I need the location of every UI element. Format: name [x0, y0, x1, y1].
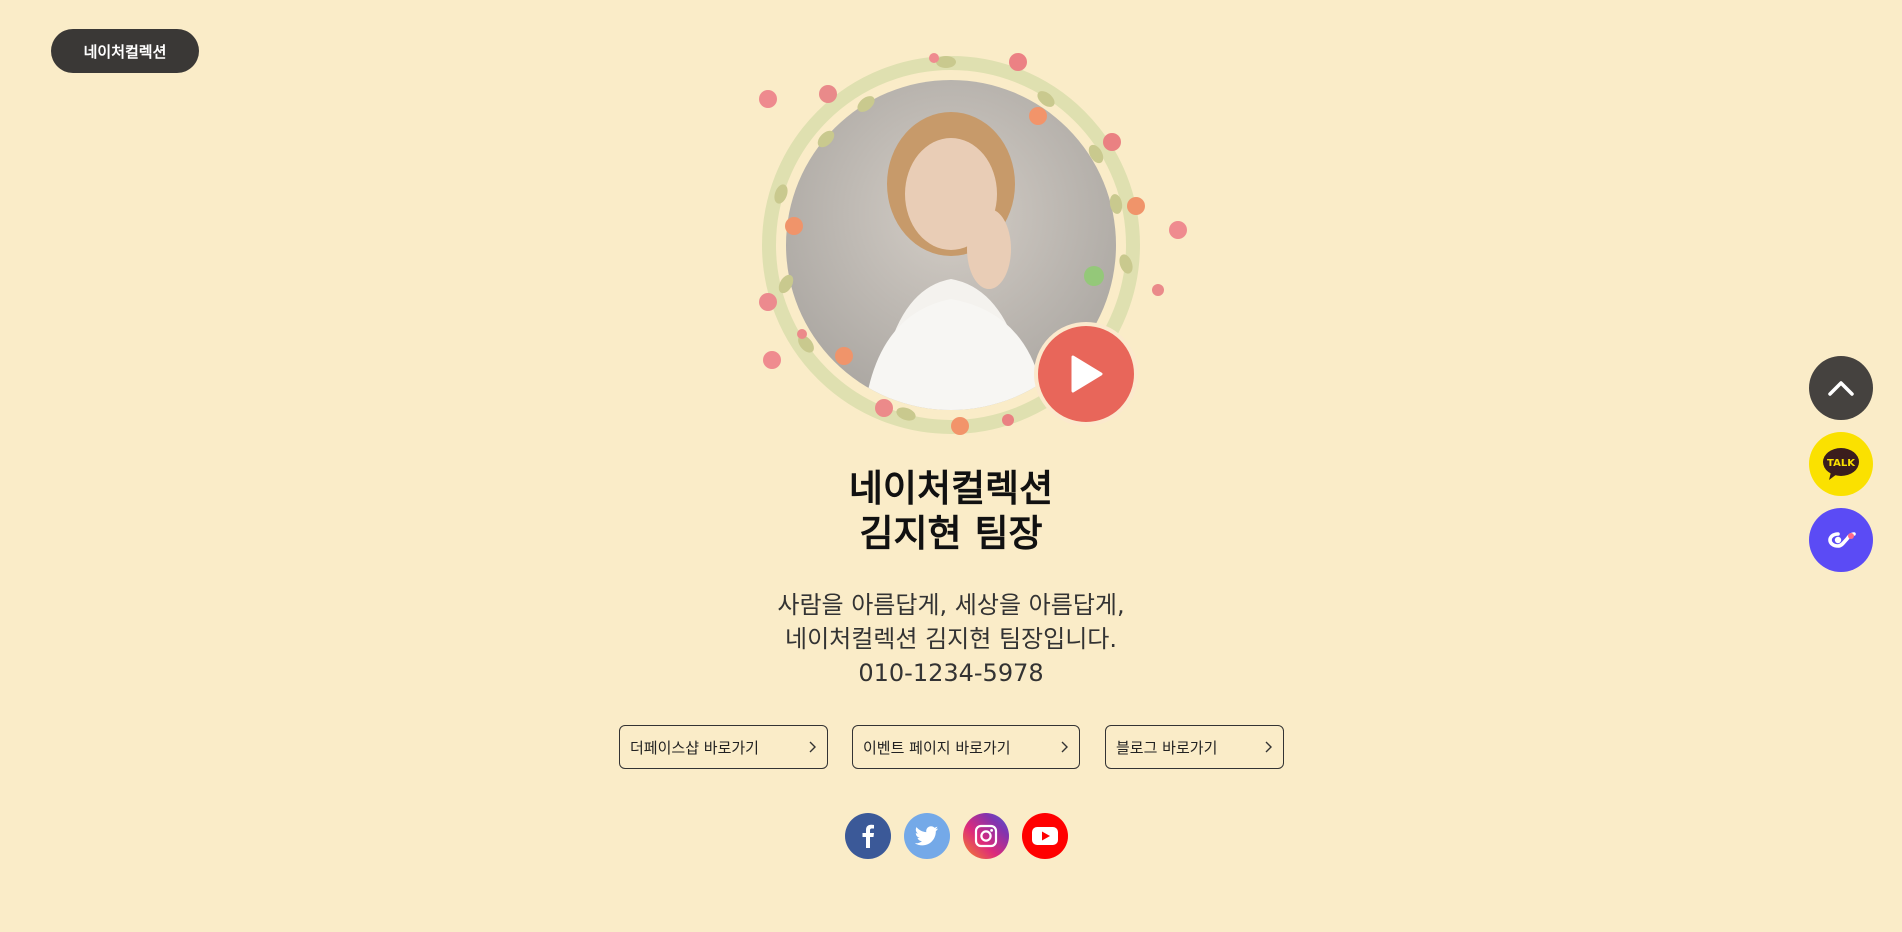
youtube-icon — [1032, 827, 1058, 845]
link-label: 더페이스샵 바로가기 — [630, 738, 759, 757]
instagram-button[interactable] — [963, 813, 1009, 859]
kakao-talk-icon: TALK — [1823, 448, 1859, 480]
link-icon — [1828, 532, 1856, 548]
chevron-up-icon — [1828, 381, 1854, 396]
chevron-right-icon — [1265, 741, 1272, 753]
brand-label: 네이처컬렉션 — [83, 42, 167, 61]
scroll-top-button[interactable] — [1809, 356, 1873, 420]
profile-description: 사람을 아름답게, 세상을 아름답게, 네이처컬렉션 김지현 팀장입니다. 01… — [0, 588, 1902, 690]
twitter-button[interactable] — [904, 813, 950, 859]
play-icon — [1071, 355, 1103, 393]
desc-line1: 사람을 아름답게, 세상을 아름답게, — [777, 591, 1125, 619]
channel-link-button[interactable] — [1809, 508, 1873, 572]
desc-line2: 네이처컬렉션 김지현 팀장입니다. — [784, 625, 1117, 653]
title-line1: 네이처컬렉션 — [848, 467, 1054, 510]
instagram-icon — [974, 824, 998, 848]
facebook-button[interactable] — [845, 813, 891, 859]
chevron-right-icon — [1061, 741, 1068, 753]
link-button-blog[interactable]: 블로그 바로가기 — [1105, 725, 1284, 769]
talk-label: TALK — [1827, 458, 1856, 469]
link-label: 블로그 바로가기 — [1116, 738, 1218, 757]
link-button-theface[interactable]: 더페이스샵 바로가기 — [619, 725, 828, 769]
phone-number: 010-1234-5978 — [858, 659, 1044, 687]
kakao-talk-button[interactable]: TALK — [1809, 432, 1873, 496]
twitter-icon — [915, 826, 938, 846]
play-button[interactable] — [1034, 322, 1138, 426]
link-button-event[interactable]: 이벤트 페이지 바로가기 — [852, 725, 1080, 769]
facebook-icon — [862, 824, 874, 848]
title-line2: 김지현 팀장 — [859, 512, 1043, 555]
chevron-right-icon — [809, 741, 816, 753]
profile-title: 네이처컬렉션 김지현 팀장 — [0, 466, 1902, 556]
youtube-button[interactable] — [1022, 813, 1068, 859]
brand-button[interactable]: 네이처컬렉션 — [51, 29, 199, 73]
link-label: 이벤트 페이지 바로가기 — [863, 738, 1011, 757]
